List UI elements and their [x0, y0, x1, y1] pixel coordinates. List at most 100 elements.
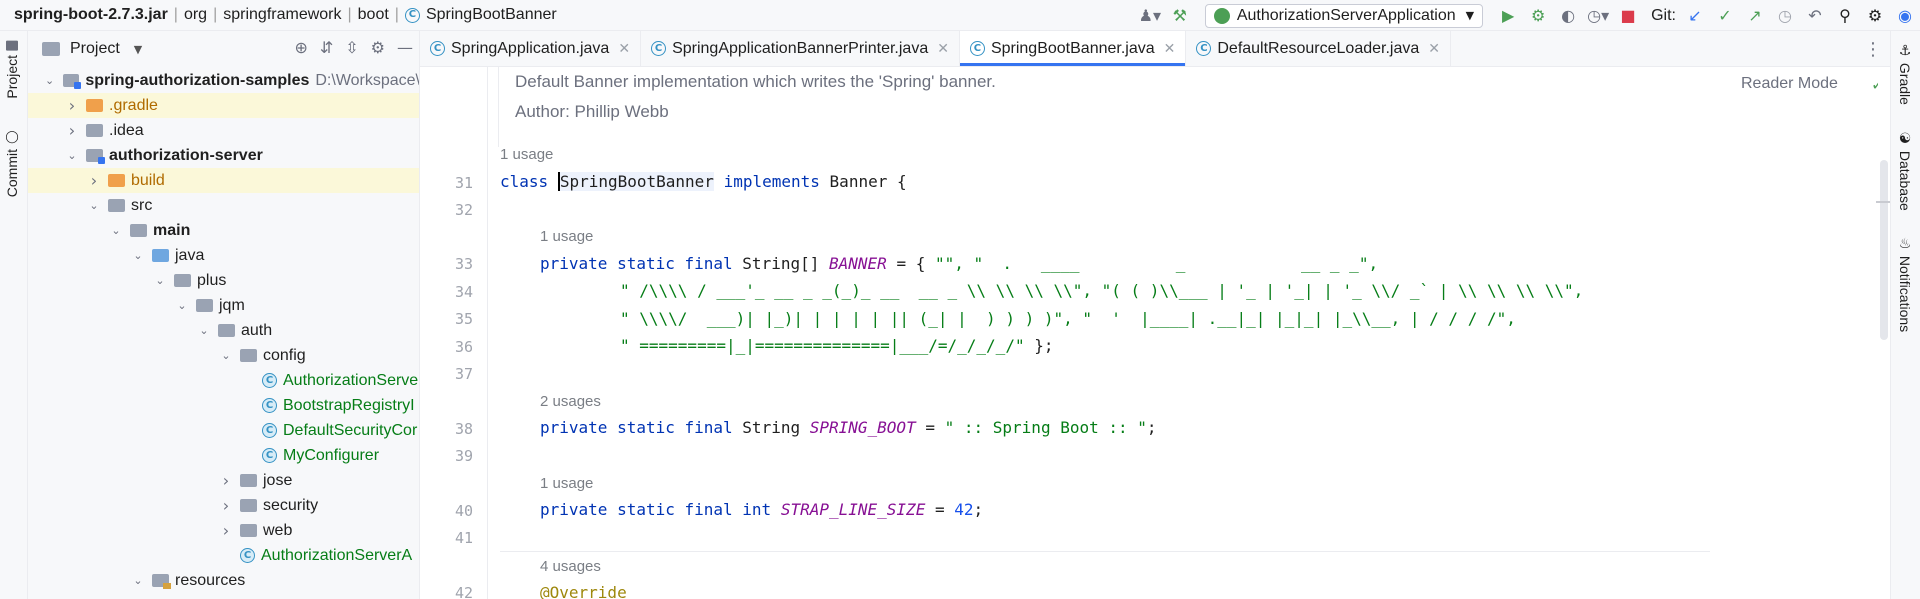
- chevron-right-icon[interactable]: ›: [218, 471, 234, 490]
- run-icon[interactable]: ▶: [1497, 5, 1519, 27]
- chevron-down-icon[interactable]: ⌄: [130, 249, 146, 262]
- chevron-down-icon[interactable]: ▼: [134, 43, 142, 56]
- tree-item[interactable]: ⌄ plus: [28, 268, 419, 293]
- profile-icon[interactable]: ◷▾: [1587, 5, 1609, 27]
- package-icon: [240, 524, 257, 537]
- code-editor[interactable]: Default Banner implementation which writ…: [488, 67, 1878, 599]
- project-tool-tab[interactable]: Project: [4, 41, 20, 99]
- tab-default-resource-loader[interactable]: C DefaultResourceLoader.java ✕: [1186, 31, 1451, 66]
- ide-logo-icon[interactable]: ◉: [1894, 5, 1916, 27]
- breadcrumb-springframework[interactable]: springframework: [223, 6, 341, 24]
- git-push-icon[interactable]: ↗: [1744, 5, 1766, 27]
- tree-item[interactable]: ⌄ spring-authorization-samples D:\Workspac…: [28, 68, 420, 93]
- chevron-down-icon[interactable]: ⌄: [152, 274, 168, 287]
- chevron-down-icon[interactable]: ⌄: [86, 199, 102, 212]
- usage-hint[interactable]: 1 usage: [500, 146, 553, 163]
- tree-item[interactable]: ⌄ authorization-server: [28, 143, 419, 168]
- reader-mode-button[interactable]: Reader Mode: [1741, 75, 1838, 93]
- tree-item[interactable]: ⌄ main: [28, 218, 419, 243]
- collapse-all-icon[interactable]: ⇳: [345, 38, 358, 57]
- breadcrumb-boot[interactable]: boot: [358, 6, 389, 24]
- tree-item[interactable]: › web: [28, 518, 419, 543]
- git-history-icon[interactable]: ◷: [1774, 5, 1796, 27]
- database-tool-tab[interactable]: ☯ Database: [1897, 131, 1913, 211]
- close-icon[interactable]: ✕: [618, 41, 630, 57]
- code-line-42: @Override: [540, 583, 627, 599]
- chevron-down-icon[interactable]: ⌄: [108, 224, 124, 237]
- module-icon: [86, 149, 105, 164]
- tree-item[interactable]: ⌄ config: [28, 343, 419, 368]
- tree-item-path: D:\Workspace\: [315, 71, 420, 89]
- tree-item[interactable]: C DefaultSecurityCor: [28, 418, 419, 443]
- expand-all-icon[interactable]: ⇵: [320, 38, 333, 57]
- chevron-right-icon[interactable]: ›: [218, 521, 234, 540]
- search-icon[interactable]: ⚲: [1834, 5, 1856, 27]
- tab-spring-application-banner-printer[interactable]: C SpringApplicationBannerPrinter.java ✕: [641, 31, 960, 66]
- chevron-down-icon[interactable]: ⌄: [42, 74, 57, 87]
- tree-item[interactable]: › .gradle: [28, 93, 419, 118]
- gear-icon[interactable]: ⚙: [371, 38, 385, 57]
- close-icon[interactable]: ✕: [1428, 41, 1440, 57]
- class-icon: C: [651, 41, 667, 56]
- tree-item[interactable]: C AuthorizationServerA: [28, 543, 419, 568]
- chevron-down-icon[interactable]: ⌄: [196, 324, 212, 337]
- debug-icon[interactable]: ⚙: [1527, 5, 1549, 27]
- git-commit-icon[interactable]: ✓: [1714, 5, 1736, 27]
- tab-label: DefaultResourceLoader.java: [1217, 39, 1420, 57]
- run-configuration-select[interactable]: AuthorizationServerApplication ▼: [1204, 3, 1484, 28]
- gradle-tool-tab[interactable]: ⚓ Gradle: [1897, 43, 1913, 105]
- tree-item[interactable]: ⌄ java: [28, 243, 419, 268]
- breadcrumb-org[interactable]: org: [184, 6, 207, 24]
- settings-gear-icon[interactable]: ⚙: [1864, 5, 1886, 27]
- code-line-38: private static final String SPRING_BOOT …: [540, 418, 1157, 437]
- tree-item[interactable]: ⌄ auth: [28, 318, 419, 343]
- chevron-right-icon[interactable]: ›: [218, 496, 234, 515]
- chevron-down-icon[interactable]: ⌄: [64, 149, 80, 162]
- tab-spring-boot-banner[interactable]: C SpringBootBanner.java ✕: [959, 31, 1187, 66]
- commit-tool-tab[interactable]: Commit ◯: [4, 131, 20, 197]
- usage-hint[interactable]: 1 usage: [540, 228, 593, 245]
- close-icon[interactable]: ✕: [937, 41, 949, 57]
- chevron-right-icon[interactable]: ›: [64, 121, 80, 140]
- close-icon[interactable]: ✕: [1164, 41, 1176, 57]
- more-tabs-icon[interactable]: ⋮: [1864, 39, 1882, 60]
- tree-item[interactable]: ⌄ src: [28, 193, 419, 218]
- chevron-down-icon[interactable]: ⌄: [174, 299, 190, 312]
- tree-item[interactable]: C AuthorizationServe: [28, 368, 419, 393]
- tree-item[interactable]: › security: [28, 493, 419, 518]
- usage-hint[interactable]: 4 usages: [540, 558, 601, 575]
- breadcrumb-class[interactable]: C SpringBootBanner: [404, 6, 557, 24]
- project-panel-title[interactable]: Project: [70, 40, 120, 58]
- user-icon[interactable]: ♟▾: [1139, 5, 1161, 27]
- editor-scrollbar[interactable]: [1880, 160, 1888, 340]
- chevron-down-icon[interactable]: ⌄: [130, 574, 146, 587]
- tree-item[interactable]: ⌄ resources: [28, 568, 419, 593]
- line-number-gutter: 31 32 33 34 35 36 37 38 39 40 41 42: [420, 67, 488, 599]
- git-update-icon[interactable]: ↙: [1684, 5, 1706, 27]
- usage-hint[interactable]: 1 usage: [540, 475, 593, 492]
- chevron-right-icon[interactable]: ›: [64, 96, 80, 115]
- tree-item[interactable]: › jose: [28, 468, 419, 493]
- tree-item[interactable]: › build: [28, 168, 419, 193]
- usage-hint[interactable]: 2 usages: [540, 393, 601, 410]
- chevron-down-icon[interactable]: ⌄: [218, 349, 234, 362]
- tree-item[interactable]: C BootstrapRegistryI: [28, 393, 419, 418]
- inspection-ok-icon[interactable]: ✓: [1871, 75, 1878, 94]
- tree-item[interactable]: ⌄ jqm: [28, 293, 419, 318]
- tree-item[interactable]: C MyConfigurer: [28, 443, 419, 468]
- chevron-right-icon[interactable]: ›: [86, 171, 102, 190]
- hide-icon[interactable]: —: [397, 38, 413, 57]
- tree-item-label: .gradle: [109, 96, 158, 114]
- tab-spring-application[interactable]: C SpringApplication.java ✕: [420, 31, 642, 66]
- package-icon: [240, 349, 257, 362]
- notifications-tool-tab[interactable]: ♨ Notifications: [1897, 236, 1913, 332]
- build-hammer-icon[interactable]: ⚒: [1169, 5, 1191, 27]
- tree-item-label: web: [263, 521, 293, 539]
- breadcrumb-jar[interactable]: spring-boot-2.7.3.jar: [0, 6, 168, 24]
- tree-item[interactable]: › .idea: [28, 118, 419, 143]
- folder-icon: [108, 199, 125, 212]
- stop-icon[interactable]: ■: [1617, 5, 1639, 27]
- rollback-icon[interactable]: ↶: [1804, 5, 1826, 27]
- coverage-icon[interactable]: ◐: [1557, 5, 1579, 27]
- locate-icon[interactable]: ⊕: [294, 38, 307, 57]
